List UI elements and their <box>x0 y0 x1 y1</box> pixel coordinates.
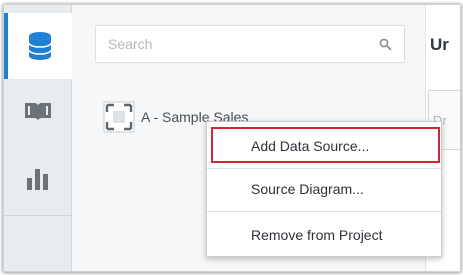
menu-item-source-diagram[interactable]: Source Diagram... <box>207 171 441 207</box>
bar-chart-icon <box>27 169 48 190</box>
database-icon <box>28 32 52 60</box>
data-source-icon <box>103 101 135 133</box>
rail-item-visualize[interactable] <box>4 145 72 211</box>
menu-separator <box>207 168 441 169</box>
rail-item-data[interactable] <box>4 13 72 79</box>
book-icon <box>25 103 51 121</box>
rail-divider <box>4 215 72 216</box>
app-window: Search A - Sample Sales Ur Dr Add Data S… <box>3 4 461 272</box>
project-title: Ur <box>430 35 449 54</box>
menu-item-remove-from-project[interactable]: Remove from Project <box>207 217 441 253</box>
rail-item-library[interactable] <box>4 79 72 145</box>
search-icon[interactable] <box>379 38 392 51</box>
search-input[interactable]: Search <box>95 25 405 63</box>
menu-separator <box>207 211 441 212</box>
menu-item-add-data-source[interactable]: Add Data Source... <box>207 128 441 164</box>
context-menu: Add Data Source... Source Diagram... Rem… <box>206 121 442 257</box>
search-placeholder: Search <box>108 36 153 52</box>
left-icon-rail <box>4 5 72 271</box>
